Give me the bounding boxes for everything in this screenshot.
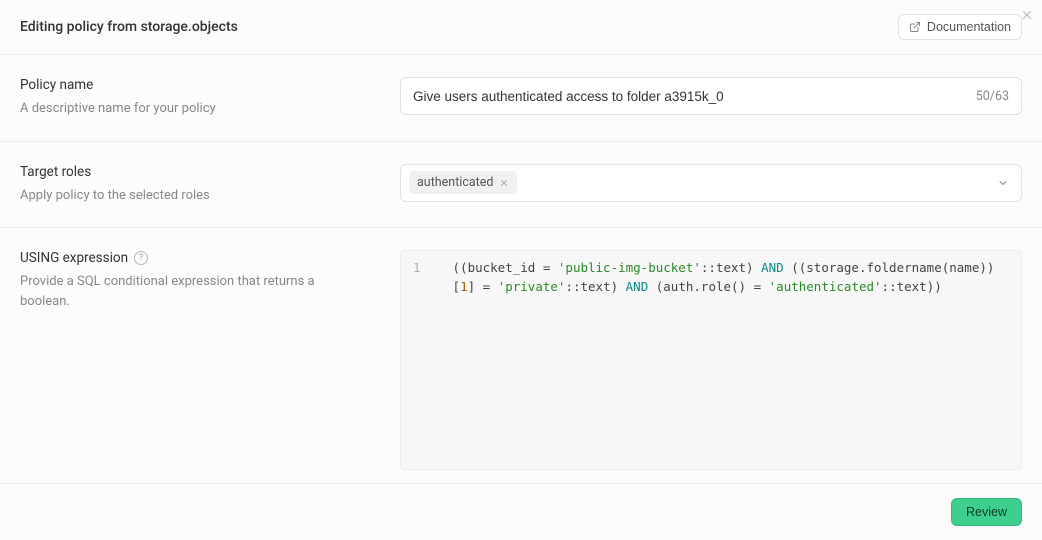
chip-remove-icon[interactable] (499, 178, 509, 188)
line-number: 1 (413, 259, 421, 278)
policy-name-section: Policy name A descriptive name for your … (0, 55, 1042, 142)
external-link-icon (909, 21, 921, 33)
line-gutter: 1 (401, 251, 433, 469)
using-expression-label: USING expression ? (20, 250, 360, 266)
chevron-down-icon (997, 177, 1009, 189)
target-roles-section: Target roles Apply policy to the selecte… (0, 142, 1042, 229)
policy-name-label: Policy name (20, 77, 360, 93)
using-expression-section: USING expression ? Provide a SQL conditi… (0, 228, 1042, 492)
target-roles-select[interactable]: authenticated (400, 164, 1022, 202)
modal-header: Editing policy from storage.objects Docu… (0, 0, 1042, 55)
help-icon[interactable]: ? (134, 251, 148, 265)
modal-title: Editing policy from storage.objects (20, 19, 238, 35)
sql-editor[interactable]: 1 ((bucket_id = 'public-img-bucket'::tex… (400, 250, 1022, 470)
role-chip-label: authenticated (417, 175, 493, 190)
review-button[interactable]: Review (951, 498, 1022, 526)
documentation-label: Documentation (927, 20, 1011, 34)
role-chip: authenticated (409, 171, 517, 194)
policy-name-input-wrapper: 50/63 (400, 77, 1022, 115)
using-expression-description: Provide a SQL conditional expression tha… (20, 272, 360, 311)
documentation-button[interactable]: Documentation (898, 14, 1022, 40)
sql-code-content[interactable]: ((bucket_id = 'public-img-bucket'::text)… (433, 251, 1021, 469)
target-roles-label: Target roles (20, 164, 360, 180)
target-roles-description: Apply policy to the selected roles (20, 186, 360, 206)
policy-name-char-count: 50/63 (968, 89, 1009, 104)
policy-name-description: A descriptive name for your policy (20, 99, 360, 119)
modal-footer: Review (0, 483, 1042, 540)
using-expression-label-text: USING expression (20, 250, 128, 266)
policy-name-input[interactable] (413, 89, 968, 104)
close-icon[interactable] (1020, 8, 1034, 22)
